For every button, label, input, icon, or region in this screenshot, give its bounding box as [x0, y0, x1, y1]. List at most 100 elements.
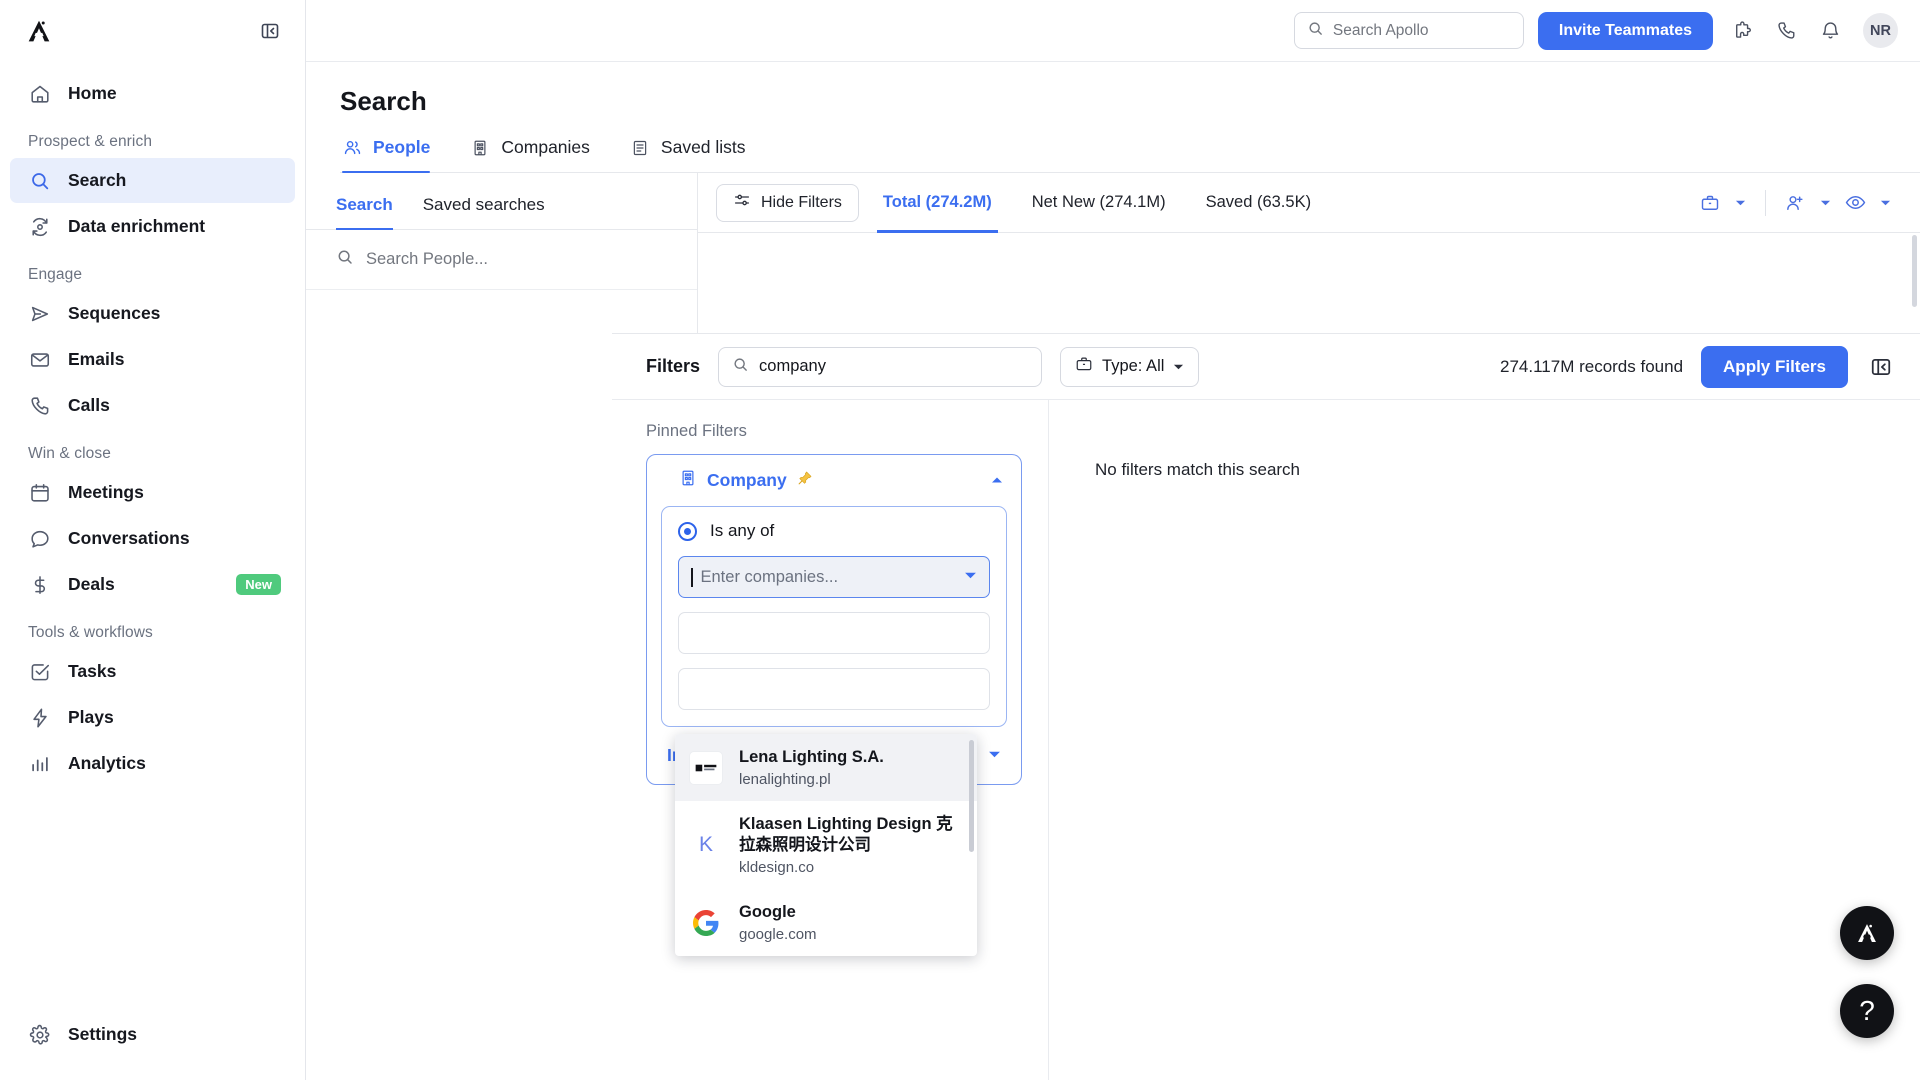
people-search-input[interactable] — [366, 250, 667, 269]
suggestion-item[interactable]: Google google.com — [675, 889, 977, 956]
sidebar-item-label: Plays — [68, 707, 114, 727]
sidebar-group-label: Win & close — [28, 445, 111, 462]
results-tab-net-new[interactable]: Net New (274.1M) — [1016, 173, 1182, 233]
search-icon — [732, 356, 749, 378]
sidebar-group-label: Prospect & enrich — [28, 133, 153, 150]
sidebar-item-plays[interactable]: Plays — [10, 695, 295, 740]
calendar-icon — [28, 481, 51, 504]
avatar[interactable]: NR — [1863, 13, 1898, 48]
eye-icon[interactable] — [1840, 188, 1870, 218]
radio-selected-icon[interactable] — [678, 521, 697, 541]
company-tertiary-field[interactable] — [678, 668, 990, 710]
gear-icon — [28, 1023, 51, 1046]
briefcase-dropdown-caret-icon[interactable] — [1729, 189, 1751, 217]
pinned-filters-label: Pinned Filters — [646, 422, 747, 440]
filters-body: Pinned Filters Company Is any of Enter c… — [612, 400, 1920, 1080]
results-tab-total[interactable]: Total (274.2M) — [867, 173, 1008, 233]
tab-saved-searches[interactable]: Saved searches — [423, 195, 545, 229]
top-bar: Invite Teammates NR — [306, 0, 1920, 62]
people-search-field[interactable] — [306, 230, 697, 290]
phone-icon[interactable] — [1771, 16, 1801, 46]
company-secondary-field[interactable] — [678, 612, 990, 654]
apply-filters-button[interactable]: Apply Filters — [1701, 345, 1848, 388]
company-filter-header[interactable]: Company — [661, 469, 1007, 492]
sidebar-item-label: Conversations — [68, 528, 190, 548]
toolbar-actions — [1695, 188, 1896, 218]
search-icon — [1307, 20, 1324, 42]
filters-overlay-panel: Filters company Type: All 274.117M recor… — [612, 333, 1920, 1080]
tab-companies[interactable]: Companies — [470, 137, 590, 172]
global-search-field[interactable] — [1293, 12, 1524, 49]
add-person-dropdown-caret-icon[interactable] — [1814, 189, 1836, 217]
home-icon — [28, 82, 51, 105]
check-square-icon — [28, 660, 51, 683]
sidebar-item-emails[interactable]: Emails — [10, 337, 295, 382]
building-icon — [679, 469, 697, 492]
sidebar-item-calls[interactable]: Calls — [10, 383, 295, 428]
sidebar-item-meetings[interactable]: Meetings — [10, 470, 295, 515]
page-header: Search People Companies Saved lists — [306, 62, 1920, 173]
results-tab-saved[interactable]: Saved (63.5K) — [1190, 173, 1327, 233]
sidebar-item-settings[interactable]: Settings — [10, 1012, 295, 1057]
chevron-up-icon[interactable] — [991, 475, 1003, 487]
sidebar-item-deals[interactable]: Deals New — [10, 562, 295, 607]
eye-dropdown-caret-icon[interactable] — [1874, 189, 1896, 217]
tab-search[interactable]: Search — [336, 195, 393, 230]
building-icon — [470, 138, 490, 158]
suggestion-text: Klaasen Lighting Design 克拉森照明设计公司 kldesi… — [739, 814, 961, 876]
apollo-assistant-fab[interactable] — [1840, 906, 1894, 960]
lightning-icon — [28, 706, 51, 729]
sidebar-item-sequences[interactable]: Sequences — [10, 291, 295, 336]
suggestion-company-domain: lenalighting.pl — [739, 771, 831, 789]
sidebar-collapse-icon[interactable] — [257, 18, 283, 44]
chevron-down-icon[interactable] — [988, 750, 1001, 762]
filters-panel-collapse-icon[interactable] — [1866, 352, 1896, 382]
tab-people[interactable]: People — [342, 137, 431, 173]
sidebar-item-search[interactable]: Search — [10, 158, 295, 203]
company-combobox[interactable]: Enter companies... — [678, 556, 990, 598]
sidebar-item-tasks[interactable]: Tasks — [10, 649, 295, 694]
page-title: Search — [340, 86, 427, 116]
add-person-icon[interactable] — [1780, 188, 1810, 218]
suggestion-item[interactable]: K Klaasen Lighting Design 克拉森照明设计公司 klde… — [675, 801, 977, 889]
filter-sliders-icon — [733, 191, 751, 214]
sidebar-item-analytics[interactable]: Analytics — [10, 741, 295, 786]
apollo-search-app: Home Prospect & enrich Search Data enric… — [0, 0, 1920, 1080]
sidebar-item-label: Calls — [68, 395, 110, 415]
chevron-down-icon — [1173, 357, 1184, 376]
results-scrollbar[interactable] — [1912, 235, 1917, 307]
records-found-count: 274.117M records found — [1500, 356, 1684, 376]
company-filter-title: Company — [707, 470, 787, 490]
help-fab[interactable]: ? — [1840, 984, 1894, 1038]
hide-filters-button[interactable]: Hide Filters — [716, 183, 859, 222]
suggestion-item[interactable]: Lena Lighting S.A. lenalighting.pl — [675, 734, 977, 802]
briefcase-icon[interactable] — [1695, 188, 1725, 218]
suggestions-scrollbar[interactable] — [969, 740, 974, 852]
filter-search-input[interactable] — [759, 357, 1029, 376]
sidebar-item-conversations[interactable]: Conversations — [10, 516, 295, 561]
type-filter-dropdown[interactable]: Type: All — [1060, 346, 1200, 387]
status-badge-new: New — [236, 574, 281, 595]
text-cursor — [691, 567, 693, 587]
results-toolbar: Hide Filters Total (274.2M) Net New (274… — [698, 173, 1920, 233]
list-icon — [630, 138, 650, 158]
filter-search-field[interactable] — [718, 346, 1043, 387]
sidebar-group-label: Tools & workflows — [28, 624, 153, 641]
phone-icon — [28, 394, 51, 417]
sidebar-item-label: Settings — [68, 1024, 138, 1044]
sidebar-item-data-enrichment[interactable]: Data enrichment — [10, 204, 295, 249]
tab-label: Saved lists — [660, 137, 746, 157]
is-any-of-radio-row[interactable]: Is any of — [678, 521, 990, 541]
pushpin-icon[interactable] — [797, 470, 813, 491]
search-input[interactable] — [1332, 21, 1511, 40]
apollo-logo[interactable] — [24, 16, 54, 46]
invite-teammates-button[interactable]: Invite Teammates — [1537, 11, 1713, 50]
refresh-data-icon — [28, 215, 51, 238]
left-panel-tabs: Search Saved searches — [306, 173, 697, 230]
sidebar-item-label: Sequences — [68, 303, 161, 323]
extension-puzzle-icon[interactable] — [1727, 16, 1757, 46]
bell-icon[interactable] — [1815, 16, 1845, 46]
chevron-down-icon[interactable] — [964, 571, 977, 583]
sidebar-item-home[interactable]: Home — [10, 71, 295, 116]
tab-saved-lists[interactable]: Saved lists — [630, 137, 746, 172]
